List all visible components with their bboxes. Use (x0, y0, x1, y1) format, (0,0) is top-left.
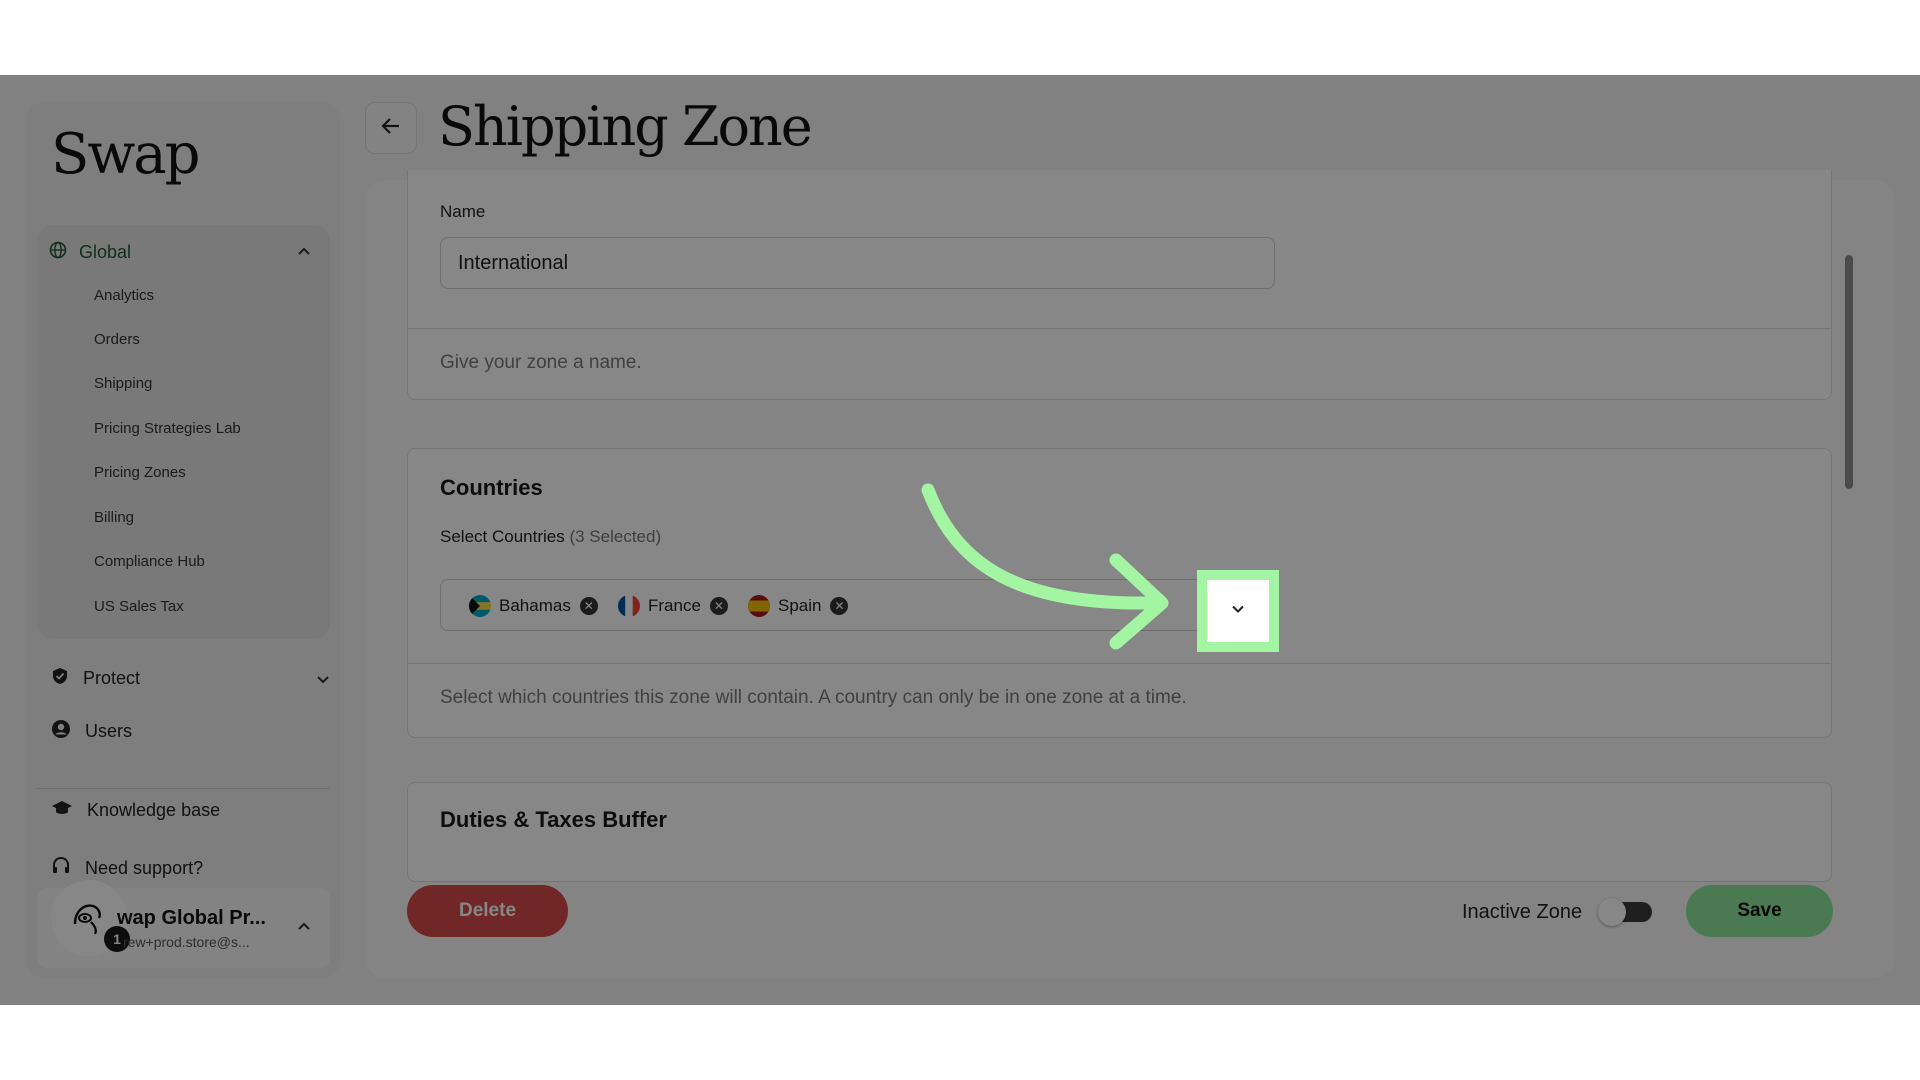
country-dropdown-button[interactable] (1197, 570, 1279, 652)
graduation-cap-icon (51, 798, 73, 823)
app-viewport: Swap Global Analytics Orders Shipping Pr… (0, 75, 1920, 1005)
sidebar-item-users-label: Users (85, 720, 133, 741)
spain-flag-icon (748, 595, 770, 617)
account-email: rew+prod.store@s... (123, 934, 250, 950)
nav-global-label: Global (79, 241, 132, 262)
arrow-left-icon (379, 114, 403, 143)
duties-title: Duties & Taxes Buffer (440, 807, 667, 832)
chevron-down-icon (1229, 600, 1247, 623)
sidebar-item-compliance-hub[interactable]: Compliance Hub (94, 553, 205, 570)
zone-name-input[interactable] (440, 237, 1275, 289)
sidebar-item-protect-label: Protect (83, 667, 141, 688)
bahamas-flag-icon (469, 595, 491, 617)
sidebar-item-knowledge-base[interactable]: Knowledge base (51, 795, 220, 825)
country-chip-label: Spain (778, 596, 822, 615)
chevron-down-icon (313, 669, 333, 694)
top-letterbox (0, 0, 1920, 75)
inactive-zone-label: Inactive Zone (1462, 901, 1583, 923)
nav-group-global: Global Analytics Orders Shipping Pricing… (37, 225, 330, 639)
scrollbar-thumb[interactable] (1845, 255, 1853, 489)
country-chip-spain: Spain ✕ (748, 593, 849, 619)
sidebar-item-analytics[interactable]: Analytics (94, 287, 154, 304)
shield-icon (51, 667, 69, 690)
sidebar-item-users[interactable]: Users (51, 716, 132, 746)
sidebar-item-pricing-zones[interactable]: Pricing Zones (94, 464, 186, 481)
sidebar-item-shipping[interactable]: Shipping (94, 375, 152, 392)
sidebar-item-us-sales-tax[interactable]: US Sales Tax (94, 598, 184, 615)
country-chip-label: France (648, 596, 701, 615)
country-chip-france: France ✕ (618, 593, 728, 619)
page-title: Shipping Zone (438, 95, 813, 158)
countries-title: Countries (440, 475, 543, 500)
headset-icon (51, 856, 71, 881)
duties-card: Duties & Taxes Buffer (407, 782, 1832, 882)
delete-button[interactable]: Delete (407, 885, 568, 937)
sidebar-item-need-support[interactable]: Need support? (51, 853, 203, 883)
remove-spain-icon[interactable]: ✕ (830, 597, 849, 615)
sidebar-divider (37, 788, 330, 789)
app-logo: Swap (51, 122, 201, 187)
tutorial-arrow-icon (921, 483, 1169, 650)
countries-help-text: Select which countries this zone will co… (440, 687, 1187, 708)
name-card: Name Give your zone a name. (407, 170, 1832, 400)
country-chip-label: Bahamas (499, 596, 571, 615)
chevron-up-icon (294, 916, 314, 941)
remove-bahamas-icon[interactable]: ✕ (579, 597, 598, 615)
country-chip-bahamas: Bahamas ✕ (469, 593, 598, 619)
chevron-up-icon (294, 241, 314, 266)
select-countries-text: Select Countries (440, 527, 565, 546)
france-flag-icon (618, 595, 640, 617)
select-countries-label: Select Countries (3 Selected) (440, 527, 661, 547)
remove-france-icon[interactable]: ✕ (709, 597, 728, 615)
user-circle-icon (51, 719, 71, 744)
name-card-divider (408, 328, 1831, 329)
nav-global-toggle[interactable]: Global (49, 237, 318, 267)
bottom-letterbox (0, 1005, 1920, 1080)
globe-icon (49, 241, 67, 264)
name-help-text: Give your zone a name. (440, 352, 642, 373)
sidebar-item-billing[interactable]: Billing (94, 509, 134, 526)
sidebar-item-support-label: Need support? (85, 857, 204, 878)
account-switcher[interactable]: 1 wap Global Pr... rew+prod.store@s... (37, 880, 330, 968)
save-button[interactable]: Save (1686, 885, 1833, 937)
sidebar-item-pricing-strategies-lab[interactable]: Pricing Strategies Lab (94, 420, 241, 437)
name-field-label: Name (440, 202, 486, 221)
sidebar: Swap Global Analytics Orders Shipping Pr… (27, 102, 340, 978)
toggle-knob[interactable] (1598, 898, 1626, 926)
sidebar-item-orders[interactable]: Orders (94, 331, 140, 348)
account-name: wap Global Pr... (117, 907, 266, 929)
selected-count: (3 Selected) (569, 527, 662, 546)
back-button[interactable] (365, 102, 417, 154)
sidebar-item-protect[interactable]: Protect (51, 663, 329, 693)
sidebar-item-knowledge-label: Knowledge base (87, 799, 221, 820)
